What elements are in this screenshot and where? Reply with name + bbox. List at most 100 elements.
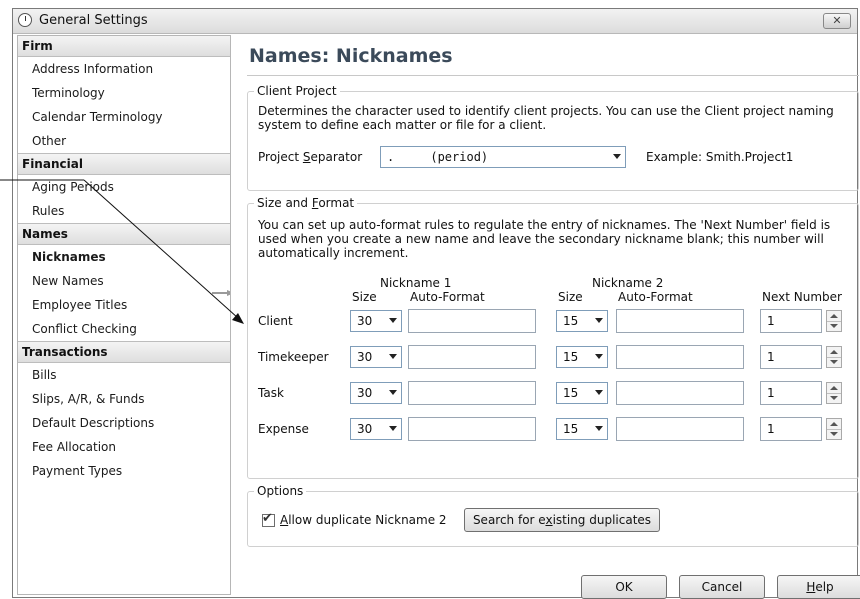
sidebar-item-terminology[interactable]: Terminology	[18, 81, 230, 105]
task-next-number-input[interactable]: 1	[760, 381, 822, 405]
title-divider	[247, 75, 859, 76]
size-format-description-line1: You can set up auto-format rules to regu…	[258, 218, 831, 232]
nickname1-header: Nickname 1	[380, 276, 452, 290]
client-project-legend: Client Project	[254, 84, 340, 98]
chevron-down-icon	[389, 426, 397, 431]
timekeeper-size1-select[interactable]: 30	[350, 346, 402, 368]
row-label-client: Client	[258, 314, 293, 328]
expense-next-number-spinner[interactable]	[826, 418, 842, 440]
timekeeper-next-number-spinner[interactable]	[826, 346, 842, 368]
client-project-description-line2: system to define each matter or file for…	[258, 118, 547, 132]
expense-size1-select[interactable]: 30	[350, 418, 402, 440]
options-group: Options ✔ Allow duplicate Nickname 2 Sea…	[247, 484, 859, 547]
nickname2-header: Nickname 2	[592, 276, 664, 290]
chevron-down-icon	[595, 318, 603, 323]
sidebar-item-slips-ar-funds[interactable]: Slips, A/R, & Funds	[18, 387, 230, 411]
client-project-description-line1: Determines the character used to identif…	[258, 104, 834, 118]
timekeeper-autoformat2-input[interactable]	[616, 345, 744, 369]
sidebar-header-firm[interactable]: Firm	[18, 36, 230, 57]
timekeeper-autoformat1-input[interactable]	[408, 345, 536, 369]
expense-size2-value: 15	[563, 422, 579, 436]
sidebar-item-address-information[interactable]: Address Information	[18, 57, 230, 81]
allow-duplicate-label[interactable]: Allow duplicate Nickname 2	[280, 513, 447, 527]
close-button[interactable]: ✕	[823, 13, 851, 29]
autoformat2-header: Auto-Format	[618, 290, 693, 304]
client-next-number-input[interactable]: 1	[760, 309, 822, 333]
sidebar-item-default-descriptions[interactable]: Default Descriptions	[18, 411, 230, 435]
project-separator-select[interactable]: . (period)	[380, 146, 626, 168]
sidebar-item-calendar-terminology[interactable]: Calendar Terminology	[18, 105, 230, 129]
sidebar-item-conflict-checking[interactable]: Conflict Checking	[18, 317, 230, 341]
ok-button[interactable]: OK	[581, 575, 667, 599]
row-label-timekeeper: Timekeeper	[258, 350, 329, 364]
timekeeper-next-number-input[interactable]: 1	[760, 345, 822, 369]
size1-header: Size	[352, 290, 377, 304]
chevron-down-icon	[389, 354, 397, 359]
client-size1-value: 30	[357, 314, 373, 328]
task-size1-select[interactable]: 30	[350, 382, 402, 404]
expense-size2-select[interactable]: 15	[556, 418, 608, 440]
timekeeper-size2-select[interactable]: 15	[556, 346, 608, 368]
client-size2-value: 15	[563, 314, 579, 328]
sidebar-header-names[interactable]: Names	[18, 223, 230, 245]
task-next-number-spinner[interactable]	[826, 382, 842, 404]
sidebar-item-nicknames[interactable]: Nicknames	[18, 245, 230, 269]
cancel-button[interactable]: Cancel	[679, 575, 765, 599]
sidebar-header-financial[interactable]: Financial	[18, 153, 230, 175]
sidebar-item-bills[interactable]: Bills	[18, 363, 230, 387]
size-format-description-line3: automatically increment.	[258, 246, 409, 260]
main-panel: Names: Nicknames Client Project Determin…	[245, 35, 860, 599]
sidebar-item-other[interactable]: Other	[18, 129, 230, 153]
client-next-number-spinner[interactable]	[826, 310, 842, 332]
task-size1-value: 30	[357, 386, 373, 400]
sidebar-item-employee-titles[interactable]: Employee Titles	[18, 293, 230, 317]
timekeeper-size2-value: 15	[563, 350, 579, 364]
settings-window: General Settings ✕ Firm Address Informat…	[12, 8, 860, 599]
task-autoformat2-input[interactable]	[616, 381, 744, 405]
client-autoformat2-input[interactable]	[616, 309, 744, 333]
task-size2-value: 15	[563, 386, 579, 400]
next-number-header: Next Number	[762, 290, 842, 304]
chevron-down-icon	[595, 426, 603, 431]
project-separator-label: Project Separator	[258, 150, 363, 164]
sidebar-item-rules[interactable]: Rules	[18, 199, 230, 223]
help-button[interactable]: Help	[777, 575, 860, 599]
checkmark-icon: ✔	[262, 511, 273, 526]
client-next-number-value: 1	[767, 314, 775, 328]
settings-sidebar: Firm Address Information Terminology Cal…	[17, 35, 231, 595]
client-size2-select[interactable]: 15	[556, 310, 608, 332]
expense-next-number-input[interactable]: 1	[760, 417, 822, 441]
size2-header: Size	[558, 290, 583, 304]
expense-size1-value: 30	[357, 422, 373, 436]
row-label-task: Task	[258, 386, 284, 400]
window-title: General Settings	[39, 13, 148, 28]
title-bar: General Settings ✕	[13, 9, 857, 34]
expense-autoformat1-input[interactable]	[408, 417, 536, 441]
size-format-description-line2: used when you create a new name and leav…	[258, 232, 824, 246]
autoformat1-header: Auto-Format	[410, 290, 485, 304]
task-size2-select[interactable]: 15	[556, 382, 608, 404]
chevron-down-icon	[595, 390, 603, 395]
selected-arrow-icon	[212, 290, 230, 296]
sidebar-item-new-names[interactable]: New Names	[18, 269, 230, 293]
chevron-down-icon	[389, 390, 397, 395]
search-duplicates-button[interactable]: Search for existing duplicates	[464, 508, 660, 532]
project-separator-value: . (period)	[387, 150, 489, 164]
size-format-group: Size and Format You can set up auto-form…	[247, 196, 859, 479]
sidebar-item-aging-periods[interactable]: Aging Periods	[18, 175, 230, 199]
task-next-number-value: 1	[767, 386, 775, 400]
separator-example: Example: Smith.Project1	[646, 150, 794, 164]
sidebar-header-transactions[interactable]: Transactions	[18, 341, 230, 363]
clock-icon	[18, 13, 32, 27]
client-autoformat1-input[interactable]	[408, 309, 536, 333]
allow-duplicate-checkbox[interactable]: ✔	[262, 511, 275, 527]
client-size1-select[interactable]: 30	[350, 310, 402, 332]
sidebar-item-fee-allocation[interactable]: Fee Allocation	[18, 435, 230, 459]
expense-autoformat2-input[interactable]	[616, 417, 744, 441]
task-autoformat1-input[interactable]	[408, 381, 536, 405]
size-format-legend: Size and Format	[254, 196, 358, 210]
timekeeper-size1-value: 30	[357, 350, 373, 364]
sidebar-item-payment-types[interactable]: Payment Types	[18, 459, 230, 483]
options-legend: Options	[254, 484, 307, 498]
page-title: Names: Nicknames	[249, 45, 453, 67]
